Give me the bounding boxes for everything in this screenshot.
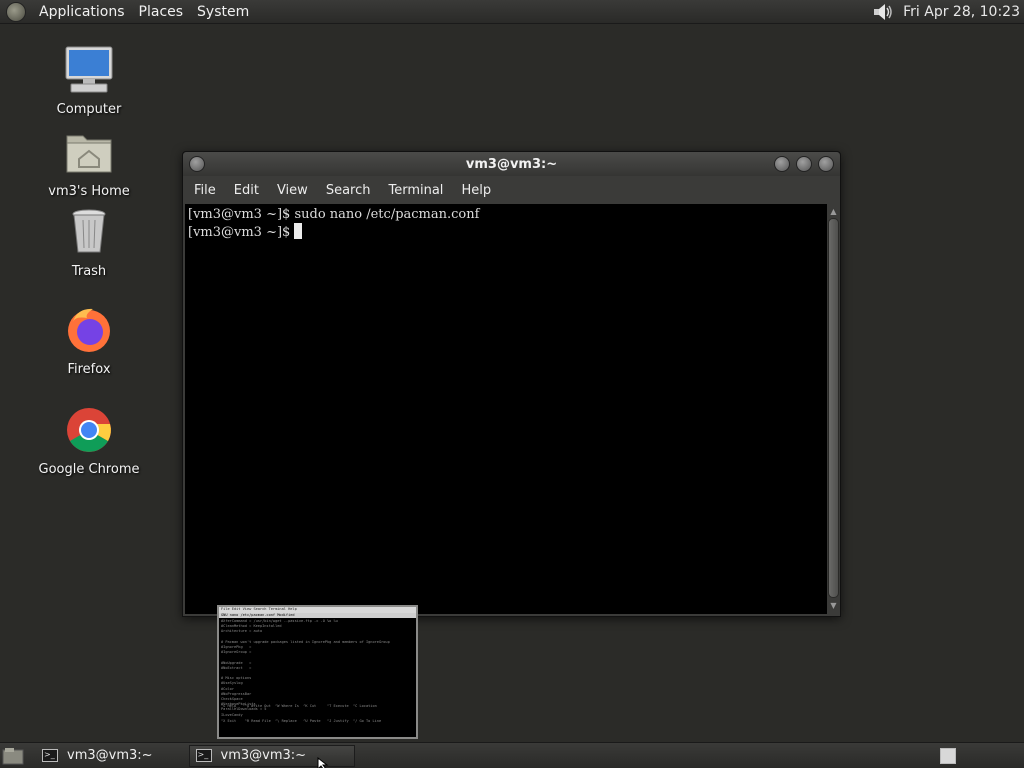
clock[interactable]: Fri Apr 28, 10:23 (903, 4, 1024, 20)
window-titlebar[interactable]: vm3@vm3:~ (183, 152, 840, 176)
menu-help[interactable]: Help (452, 183, 500, 198)
top-panel: Applications Places System Fri Apr 28, 1… (0, 0, 1024, 24)
terminal-prompt-line: [vm3@vm3 ~]$ (188, 223, 824, 241)
preview-footer-line: ^G Help ^O Write Out ^W Where Is ^K Cut … (221, 703, 377, 708)
terminal-icon: >_ (42, 749, 58, 762)
menu-view[interactable]: View (268, 183, 317, 198)
tray-area: Fri Apr 28, 10:23 (871, 0, 1024, 24)
scrollbar-thumb[interactable] (828, 218, 839, 598)
taskbar-item[interactable]: >_ vm3@vm3:~ (36, 745, 159, 767)
terminal-scrollbar[interactable]: ▲ ▼ (827, 204, 840, 614)
window-preview-thumbnail: File Edit View Search Terminal Help GNU … (217, 605, 418, 739)
desktop-icon-trash[interactable]: Trash (34, 208, 144, 279)
terminal-output[interactable]: [vm3@vm3 ~]$ sudo nano /etc/pacman.conf [… (185, 204, 827, 614)
taskbar-item-label: vm3@vm3:~ (67, 748, 153, 763)
text-cursor (294, 223, 303, 239)
desktop-icon-label: Trash (71, 264, 107, 279)
mouse-pointer-icon (317, 757, 329, 768)
taskbar-item-label: vm3@vm3:~ (220, 748, 307, 763)
desktop-icon-label: Computer (56, 102, 122, 117)
desktop-icon-label: Firefox (67, 362, 111, 377)
bottom-panel: >_ vm3@vm3:~ >_ vm3@vm3:~ (0, 742, 1024, 768)
distro-logo-icon[interactable] (6, 1, 26, 22)
maximize-button[interactable] (796, 156, 812, 172)
window-title: vm3@vm3:~ (465, 156, 558, 172)
menu-applications[interactable]: Applications (32, 4, 132, 20)
computer-icon (65, 46, 113, 93)
desktop-icon-firefox[interactable]: Firefox (34, 306, 144, 377)
firefox-icon (68, 308, 110, 352)
scroll-down-icon[interactable]: ▼ (827, 598, 840, 612)
preview-titlebar: GNU nano /etc/pacman.conf Modified (219, 613, 416, 618)
volume-icon[interactable] (871, 1, 895, 23)
desktop-icon-home[interactable]: vm3's Home (34, 128, 144, 199)
menu-places[interactable]: Places (132, 4, 191, 20)
chrome-icon (67, 408, 111, 452)
close-button[interactable] (818, 156, 834, 172)
desktop-icon-chrome[interactable]: Google Chrome (34, 406, 144, 477)
menu-file[interactable]: File (185, 183, 225, 198)
terminal-window[interactable]: vm3@vm3:~ File Edit View Search Terminal… (182, 151, 841, 617)
desktop-icon-computer[interactable]: Computer (34, 46, 144, 117)
menu-system[interactable]: System (190, 4, 256, 20)
trash-icon (72, 209, 106, 253)
terminal-prompt: [vm3@vm3 ~]$ (188, 225, 295, 240)
workspace-switcher[interactable] (940, 747, 956, 764)
terminal-icon: >_ (195, 749, 212, 762)
terminal-line: [vm3@vm3 ~]$ sudo nano /etc/pacman.conf (188, 207, 480, 222)
window-menubar: File Edit View Search Terminal Help (183, 176, 840, 204)
preview-footer: ^G Help ^O Write Out ^W Where Is ^K Cut … (219, 693, 416, 735)
taskbar-item-active[interactable]: >_ vm3@vm3:~ (188, 744, 355, 767)
window-menu-button[interactable] (189, 156, 205, 172)
desktop-icon-label: Google Chrome (38, 462, 140, 477)
show-desktop-icon[interactable] (2, 747, 24, 765)
menu-edit[interactable]: Edit (225, 183, 268, 198)
minimize-button[interactable] (774, 156, 790, 172)
scroll-up-icon[interactable]: ▲ (827, 204, 840, 218)
menu-search[interactable]: Search (317, 183, 380, 198)
home-folder-icon (66, 135, 112, 173)
preview-footer-line: ^X Exit ^R Read File ^\ Replace ^U Paste… (221, 719, 382, 724)
desktop-icon-label: vm3's Home (48, 184, 130, 199)
menu-terminal[interactable]: Terminal (379, 183, 452, 198)
